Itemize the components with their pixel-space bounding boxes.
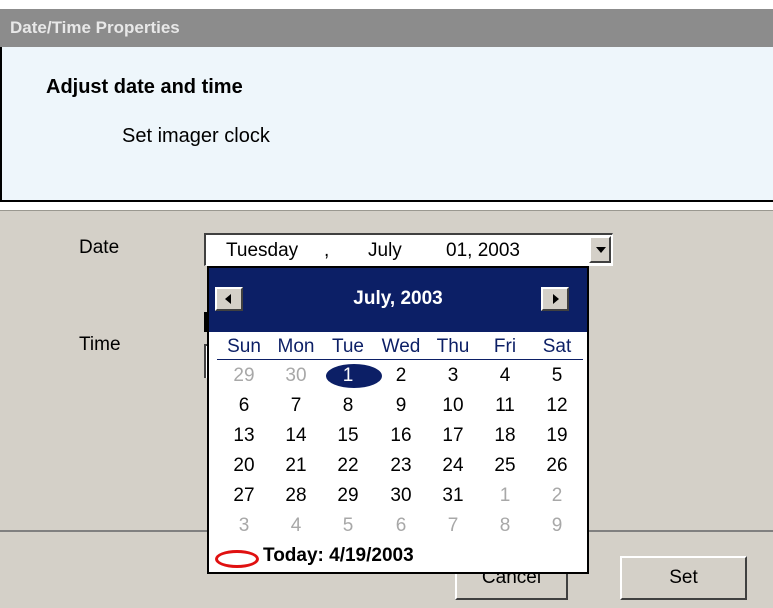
calendar-day[interactable]: 6 [374, 512, 428, 540]
calendar-day[interactable]: 3 [426, 362, 480, 390]
calendar-day[interactable]: 29 [321, 482, 375, 510]
calendar-day[interactable]: 15 [321, 422, 375, 450]
calendar-day[interactable]: 9 [530, 512, 584, 540]
calendar-day[interactable]: 22 [321, 452, 375, 480]
calendar-day[interactable]: 24 [426, 452, 480, 480]
date-dropdown-button[interactable] [589, 236, 611, 263]
calendar-day[interactable]: 13 [217, 422, 271, 450]
calendar-day[interactable]: 5 [530, 362, 584, 390]
calendar-day[interactable]: 30 [269, 362, 323, 390]
weekday-header-row: Sun Mon Tue Wed Thu Fri Sat [217, 336, 583, 360]
calendar-day[interactable]: 16 [374, 422, 428, 450]
weekday-label: Tue [331, 336, 365, 357]
date-weekday[interactable]: Tuesday [226, 240, 298, 262]
today-label: Today: 4/19/2003 [263, 545, 414, 566]
weekday-label: Sun [227, 336, 261, 357]
weekday-label: Wed [381, 336, 421, 357]
arrow-right-icon [553, 294, 559, 304]
next-month-button[interactable] [541, 287, 569, 311]
calendar-day[interactable]: 6 [217, 392, 271, 420]
date-month[interactable]: July [368, 240, 402, 262]
calendar-day[interactable]: 31 [426, 482, 480, 510]
calendar-day[interactable]: 9 [374, 392, 428, 420]
calendar-day[interactable]: 14 [269, 422, 323, 450]
set-button[interactable]: Set [620, 556, 747, 600]
calendar-day[interactable]: 8 [321, 392, 375, 420]
calendar-day[interactable]: 30 [374, 482, 428, 510]
chevron-down-icon [596, 247, 606, 253]
header-title: Adjust date and time [46, 76, 243, 98]
calendar-day[interactable]: 2 [374, 362, 428, 390]
calendar-day-grid: 29 30 1 2 3 4 5 6 7 8 9 10 11 12 13 14 1… [217, 362, 583, 542]
date-day-year[interactable]: 01, 2003 [446, 240, 520, 262]
time-label: Time [79, 334, 121, 355]
weekday-label: Sat [542, 336, 572, 357]
calendar-day[interactable]: 17 [426, 422, 480, 450]
calendar-day[interactable]: 2 [530, 482, 584, 510]
calendar-day[interactable]: 19 [530, 422, 584, 450]
calendar-day[interactable]: 3 [217, 512, 271, 540]
calendar-day[interactable]: 25 [478, 452, 532, 480]
calendar-day[interactable]: 4 [478, 362, 532, 390]
date-label: Date [79, 237, 120, 258]
calendar-day[interactable]: 7 [269, 392, 323, 420]
calendar-day-selected[interactable]: 1 [321, 362, 375, 390]
today-marker-icon [215, 550, 259, 568]
calendar-day[interactable]: 12 [530, 392, 584, 420]
today-link[interactable]: Today: 4/19/2003 [213, 542, 583, 570]
calendar-day[interactable]: 23 [374, 452, 428, 480]
calendar-day[interactable]: 21 [269, 452, 323, 480]
header-subtitle: Set imager clock [122, 125, 270, 147]
weekday-label: Mon [277, 336, 315, 357]
calendar-day[interactable]: 5 [321, 512, 375, 540]
calendar-month-title[interactable]: July, 2003 [209, 288, 587, 310]
weekday-label: Fri [493, 336, 517, 357]
date-picker-field[interactable]: Tuesday , July 01, 2003 [204, 233, 613, 266]
calendar-day[interactable]: 18 [478, 422, 532, 450]
calendar-header: July, 2003 [209, 268, 587, 332]
calendar-dropdown: July, 2003 Sun Mon Tue Wed Thu Fri Sat 2… [207, 266, 589, 574]
calendar-day[interactable]: 20 [217, 452, 271, 480]
calendar-day[interactable]: 10 [426, 392, 480, 420]
calendar-day[interactable]: 27 [217, 482, 271, 510]
calendar-day[interactable]: 26 [530, 452, 584, 480]
calendar-day[interactable]: 7 [426, 512, 480, 540]
weekday-label: Thu [436, 336, 470, 357]
date-separator: , [324, 240, 330, 261]
header-panel [0, 47, 773, 202]
calendar-day[interactable]: 28 [269, 482, 323, 510]
calendar-day[interactable]: 29 [217, 362, 271, 390]
calendar-day[interactable]: 11 [478, 392, 532, 420]
calendar-day[interactable]: 1 [478, 482, 532, 510]
calendar-day[interactable]: 4 [269, 512, 323, 540]
calendar-day[interactable]: 8 [478, 512, 532, 540]
window-title: Date/Time Properties [0, 9, 773, 47]
